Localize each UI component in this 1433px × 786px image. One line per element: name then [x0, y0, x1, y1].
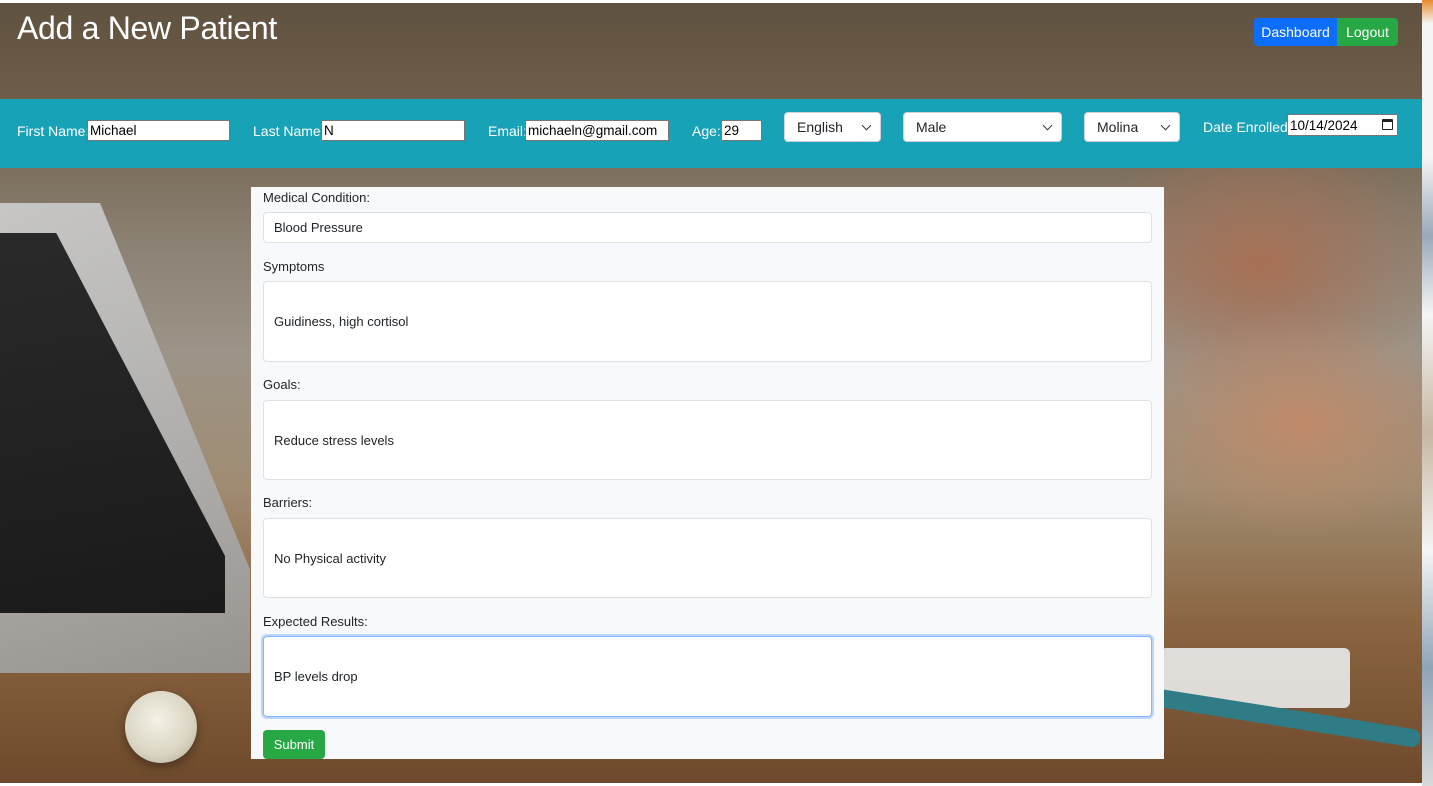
symptoms-label: Symptoms	[263, 259, 325, 274]
date-enrolled-input[interactable]: 10/14/2024	[1287, 114, 1398, 136]
age-label: Age:	[692, 123, 721, 139]
calendar-icon[interactable]	[1382, 119, 1393, 130]
patient-form: Medical Condition: Blood Pressure Sympto…	[251, 187, 1164, 759]
logout-button[interactable]: Logout	[1337, 18, 1398, 46]
email-input[interactable]	[525, 120, 669, 141]
window-edge	[1422, 0, 1433, 786]
barriers-textarea[interactable]: No Physical activity	[263, 518, 1152, 598]
provider-select[interactable]: Molina	[1084, 112, 1180, 142]
patient-info-bar: First Name: Last Name: Email: Age: Engli…	[0, 99, 1422, 168]
top-nav: Dashboard Logout	[1254, 18, 1398, 46]
date-enrolled-value: 10/14/2024	[1290, 117, 1358, 133]
chevron-down-icon	[861, 120, 872, 131]
medical-condition-value: Blood Pressure	[274, 220, 363, 235]
last-name-label: Last Name:	[253, 123, 325, 139]
age-input[interactable]	[721, 120, 762, 141]
email-label: Email:	[488, 123, 527, 139]
gender-select-value: Male	[916, 119, 947, 135]
language-select[interactable]: English	[784, 112, 881, 142]
first-name-input[interactable]	[87, 120, 230, 141]
goals-label: Goals:	[263, 377, 301, 392]
goals-value: Reduce stress levels	[274, 432, 394, 448]
date-enrolled-label: Date Enrolled:	[1203, 119, 1292, 135]
stethoscope-image	[125, 691, 197, 763]
dashboard-button[interactable]: Dashboard	[1254, 18, 1337, 46]
language-select-value: English	[797, 119, 843, 135]
expected-results-value: BP levels drop	[274, 669, 358, 684]
symptoms-value: Guidiness, high cortisol	[274, 314, 409, 329]
barriers-label: Barriers:	[263, 495, 313, 510]
symptoms-textarea[interactable]: Guidiness, high cortisol	[263, 281, 1152, 362]
medical-condition-label: Medical Condition:	[263, 190, 370, 205]
chevron-down-icon	[1160, 120, 1171, 131]
chevron-down-icon	[1042, 120, 1053, 131]
submit-button[interactable]: Submit	[263, 730, 325, 759]
expected-results-textarea[interactable]: BP levels drop	[263, 636, 1152, 717]
barriers-value: No Physical activity	[274, 550, 386, 566]
provider-select-value: Molina	[1097, 119, 1139, 135]
first-name-label: First Name:	[17, 123, 90, 139]
goals-textarea[interactable]: Reduce stress levels	[263, 400, 1152, 480]
last-name-input[interactable]	[321, 120, 465, 141]
expected-results-label: Expected Results:	[263, 614, 368, 629]
gender-select[interactable]: Male	[903, 112, 1062, 142]
page-title: Add a New Patient	[17, 10, 277, 46]
medical-condition-input[interactable]: Blood Pressure	[263, 212, 1152, 243]
